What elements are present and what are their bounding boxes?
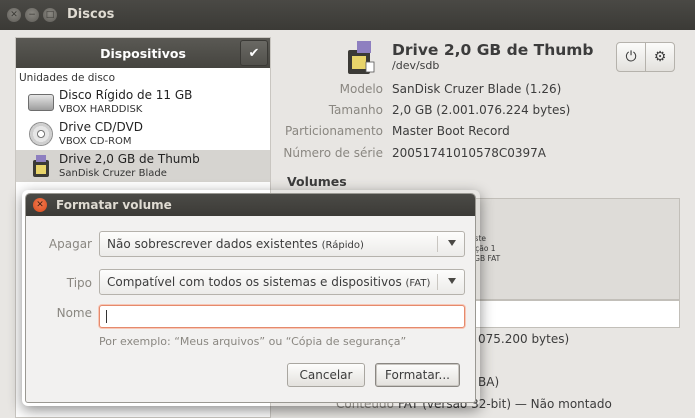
device-name: Disco Rígido de 11 GB <box>59 88 193 102</box>
prop-label-serial: Número de série <box>283 146 383 160</box>
prop-label-partitioning: Particionamento <box>285 124 383 138</box>
cancel-button[interactable]: Cancelar <box>287 363 365 387</box>
usb-drive-icon <box>33 155 49 177</box>
type-select[interactable]: Compatível com todos os sistemas e dispo… <box>99 269 465 295</box>
window-title: Discos <box>67 7 115 22</box>
sidebar-item-thumb-drive[interactable]: Drive 2,0 GB de Thumb SanDisk Cruzer Bla… <box>16 150 270 182</box>
sidebar-item-hard-disk[interactable]: Disco Rígido de 11 GB VBOX HARDDISK <box>16 86 270 118</box>
dialog-titlebar: ✕ Formatar volume <box>26 194 475 216</box>
select-mode-button[interactable]: ✔ <box>240 40 268 66</box>
window-minimize-button[interactable]: − <box>25 8 39 22</box>
drive-options-button[interactable]: ⚙ <box>645 42 675 72</box>
prop-value-serial: 20051741010578C0397A <box>392 146 547 160</box>
usb-drive-icon <box>348 41 375 74</box>
prop-value-partitioning: Master Boot Record <box>392 124 510 138</box>
check-icon: ✔ <box>248 45 260 61</box>
device-name: Drive CD/DVD <box>59 120 143 134</box>
name-hint: Por exemplo: “Meus arquivos” ou “Cópia d… <box>99 335 407 348</box>
combo-separator <box>437 274 438 290</box>
cd-dvd-icon <box>29 122 53 146</box>
sidebar-item-cd-dvd[interactable]: Drive CD/DVD VBOX CD-ROM <box>16 118 270 150</box>
type-value-note: (FAT) <box>405 278 431 289</box>
chevron-down-icon <box>448 240 456 246</box>
volume-type-value: BA) <box>478 375 500 389</box>
name-input[interactable] <box>99 305 465 328</box>
type-value: Compatível com todos os sistemas e dispo… <box>107 275 402 289</box>
close-icon: ✕ <box>36 200 44 210</box>
dialog-close-button[interactable]: ✕ <box>33 198 47 212</box>
combo-separator <box>437 236 438 252</box>
drive-path: /dev/sdb <box>392 59 440 72</box>
device-name: Drive 2,0 GB de Thumb <box>59 152 200 166</box>
dialog-title: Formatar volume <box>56 198 172 212</box>
volume-size-value: 075.200 bytes) <box>478 332 570 346</box>
erase-label: Apagar <box>48 237 92 251</box>
volumes-heading: Volumes <box>287 174 347 189</box>
window-maximize-button[interactable]: □ <box>43 8 57 22</box>
volume-graph[interactable]: teste rtição 1 0 GB FAT <box>452 198 680 300</box>
minimize-icon: − <box>28 9 36 20</box>
chevron-down-icon <box>448 278 456 284</box>
erase-value-note: (Rápido) <box>321 240 364 251</box>
erase-value: Não sobrescrever dados existentes <box>107 237 318 251</box>
prop-label-size: Tamanho <box>328 103 383 117</box>
format-button[interactable]: Formatar... <box>375 363 460 387</box>
prop-value-size: 2,0 GB (2.001.076.224 bytes) <box>392 103 571 117</box>
maximize-icon: □ <box>45 9 55 20</box>
window-close-button[interactable]: ✕ <box>7 8 21 22</box>
name-label: Nome <box>56 306 92 320</box>
device-model: VBOX HARDDISK <box>59 104 143 115</box>
hard-disk-icon <box>28 94 54 111</box>
sidebar-header: Dispositivos ✔ <box>16 38 270 68</box>
gear-icon: ⚙ <box>653 49 667 65</box>
group-label: Unidades de disco <box>19 72 116 84</box>
power-off-button[interactable]: ⏻ <box>616 42 646 72</box>
device-model: SanDisk Cruzer Blade <box>59 168 167 179</box>
prop-label-model: Modelo <box>339 82 383 96</box>
drive-title: Drive 2,0 GB de Thumb <box>392 41 594 59</box>
type-label: Tipo <box>66 276 92 290</box>
window-titlebar: ✕ − □ Discos <box>0 0 695 30</box>
prop-value-model: SanDisk Cruzer Blade (1.26) <box>392 82 562 96</box>
sidebar-title: Dispositivos <box>100 45 186 61</box>
power-icon: ⏻ <box>625 49 637 65</box>
volume-toolbar <box>452 300 680 328</box>
close-icon: ✕ <box>10 9 18 20</box>
device-model: VBOX CD-ROM <box>59 136 132 147</box>
erase-select[interactable]: Não sobrescrever dados existentes (Rápid… <box>99 231 465 257</box>
text-caret <box>106 310 107 323</box>
format-volume-dialog: ✕ Formatar volume Apagar Não sobrescreve… <box>25 193 476 403</box>
